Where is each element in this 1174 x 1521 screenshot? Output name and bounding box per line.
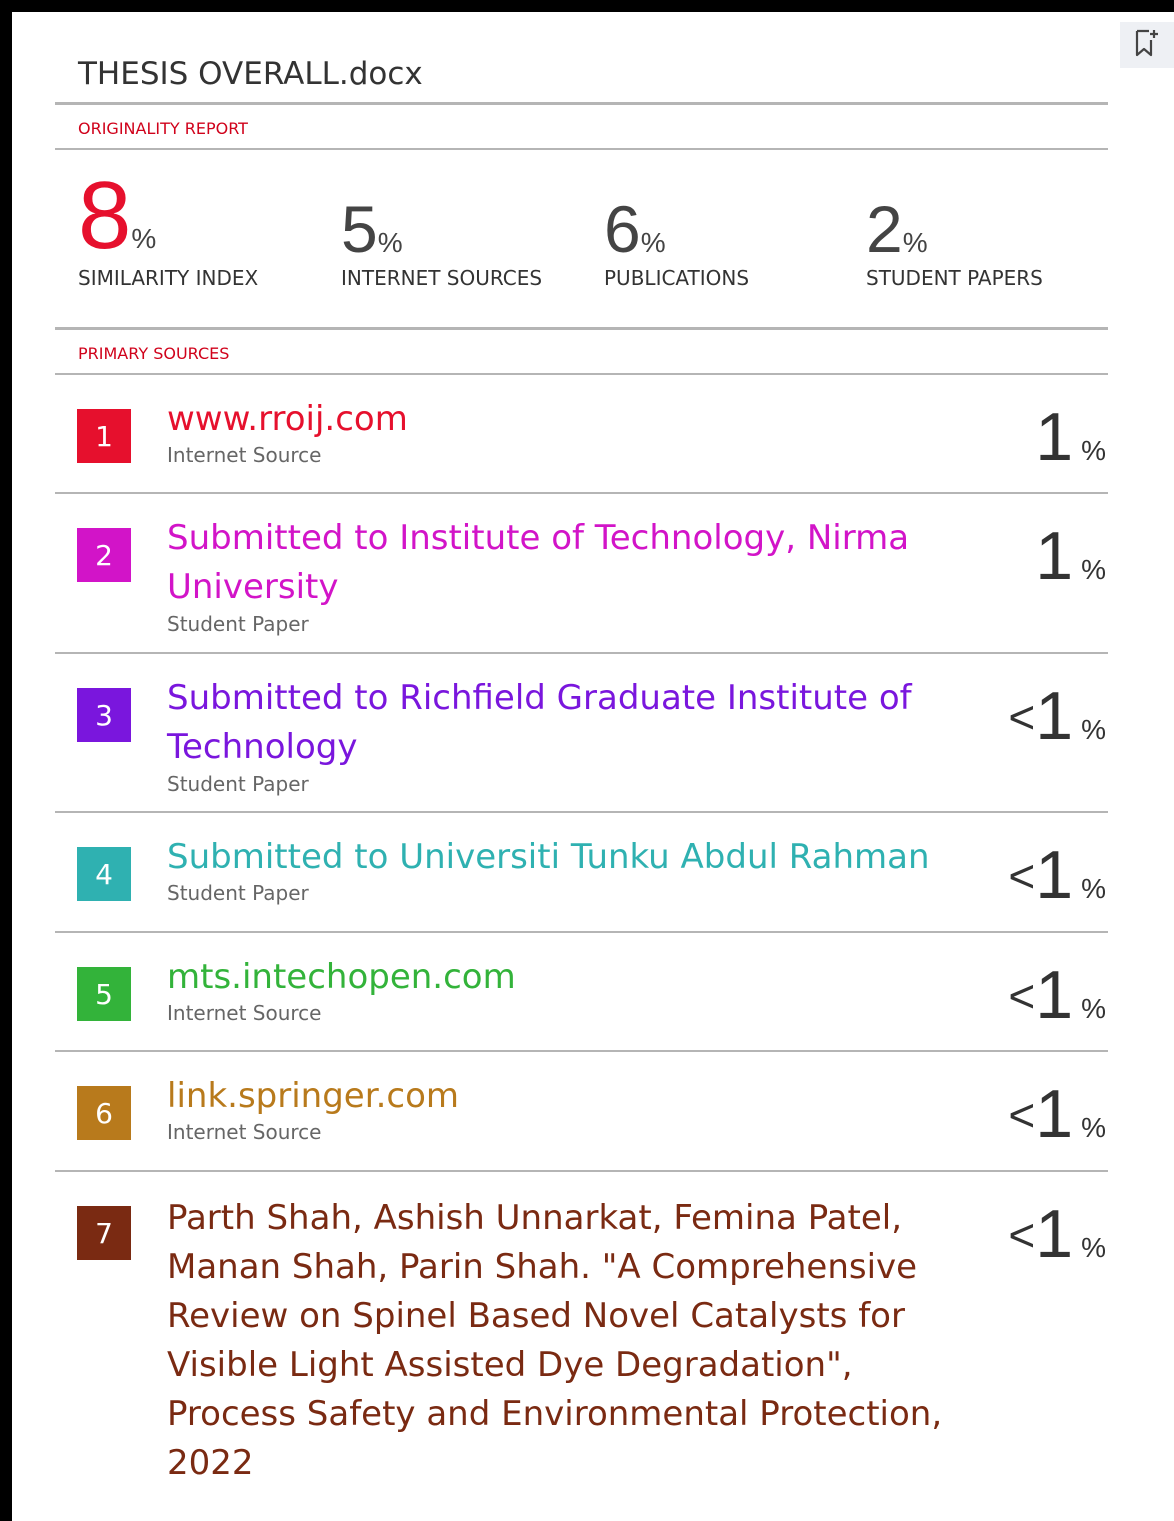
percent-unit: %	[1081, 435, 1106, 466]
source-type: Student Paper	[167, 612, 309, 636]
stat-publications: 6% PUBLICATIONS	[604, 196, 749, 290]
stat-unit: %	[902, 227, 928, 258]
source-title-link[interactable]: Submitted to Universiti Tunku Abdul Rahm…	[167, 833, 997, 882]
percent-value: 1	[1035, 678, 1074, 754]
title-divider	[55, 102, 1108, 105]
source-rank-badge: 6	[77, 1086, 131, 1140]
stat-value: 5	[341, 192, 378, 266]
source-title-link[interactable]: mts.intechopen.com	[167, 953, 967, 1002]
percent-value: 1	[1035, 518, 1074, 594]
percent-prefix: <	[1008, 691, 1036, 743]
source-title-citation: Parth Shah, Ashish Unnarkat, Femina Pate…	[167, 1198, 943, 1483]
source-type: Internet Source	[167, 1001, 322, 1025]
source-percentage: <1%	[1008, 841, 1106, 909]
source-percentage: 1%	[1035, 522, 1106, 590]
stat-unit: %	[640, 227, 666, 258]
percent-prefix: <	[1008, 970, 1036, 1022]
percent-prefix: <	[1008, 1209, 1036, 1261]
percent-value: 1	[1035, 1076, 1074, 1152]
stat-value: 2	[866, 192, 903, 266]
stat-internet-sources: 5% INTERNET SOURCES	[341, 196, 542, 290]
source-type: Student Paper	[167, 881, 309, 905]
source-percentage: <1%	[1008, 1200, 1106, 1268]
source-percentage: <1%	[1008, 1080, 1106, 1148]
stat-similarity-index: 8% SIMILARITY INDEX	[78, 168, 258, 291]
source-type: Student Paper	[167, 772, 309, 796]
percent-unit: %	[1081, 1232, 1106, 1263]
source-title-link[interactable]: link.springer.com	[167, 1072, 967, 1121]
document-title: THESIS OVERALL.docx	[78, 56, 423, 92]
source-rank-badge: 3	[77, 688, 131, 742]
source-rank-badge: 2	[77, 528, 131, 582]
percent-value: 1	[1035, 399, 1074, 475]
percent-value: 1	[1035, 837, 1074, 913]
stat-label: SIMILARITY INDEX	[78, 266, 259, 290]
source-rank-badge: 7	[77, 1206, 131, 1260]
stat-label: STUDENT PAPERS	[866, 266, 1043, 290]
source-type: Internet Source	[167, 443, 322, 467]
source-percentage: 1%	[1035, 403, 1106, 471]
source-rank-badge: 4	[77, 847, 131, 901]
bookmark-add-icon	[1134, 28, 1160, 62]
bookmark-button[interactable]	[1120, 22, 1174, 68]
source-row[interactable]: 3 Submitted to Richfield Graduate Instit…	[55, 654, 1108, 812]
stat-label: PUBLICATIONS	[604, 266, 750, 290]
source-title-link[interactable]: Submitted to Richfield Graduate Institut…	[167, 674, 967, 772]
percent-value: 1	[1035, 1196, 1074, 1272]
percent-unit: %	[1081, 993, 1106, 1024]
source-title-link[interactable]: www.rroij.com	[167, 395, 967, 444]
percent-unit: %	[1081, 873, 1106, 904]
percent-unit: %	[1081, 554, 1106, 585]
stats-divider	[55, 327, 1108, 330]
stat-unit: %	[131, 223, 157, 254]
percent-unit: %	[1081, 1112, 1106, 1143]
originality-report-label: ORIGINALITY REPORT	[78, 119, 248, 138]
stat-value: 6	[604, 192, 641, 266]
source-rank-badge: 1	[77, 409, 131, 463]
percent-unit: %	[1081, 714, 1106, 745]
source-row[interactable]: 7 Parth Shah, Ashish Unnarkat, Femina Pa…	[55, 1172, 1108, 1512]
stat-value: 8	[78, 162, 132, 269]
source-type: Internet Source	[167, 1120, 322, 1144]
frame-left-border	[0, 0, 12, 1521]
stat-label: INTERNET SOURCES	[341, 266, 543, 290]
percent-prefix: <	[1008, 850, 1036, 902]
source-row[interactable]: 1 www.rroij.com Internet Source 1%	[55, 375, 1108, 493]
source-row[interactable]: 5 mts.intechopen.com Internet Source <1%	[55, 933, 1108, 1051]
percent-value: 1	[1035, 957, 1074, 1033]
report-divider	[55, 148, 1108, 150]
source-row[interactable]: 2 Submitted to Institute of Technology, …	[55, 494, 1108, 652]
percent-prefix: <	[1008, 1089, 1036, 1141]
source-row[interactable]: 6 link.springer.com Internet Source <1%	[55, 1052, 1108, 1170]
source-row[interactable]: 4 Submitted to Universiti Tunku Abdul Ra…	[55, 813, 1108, 931]
source-percentage: <1%	[1008, 961, 1106, 1029]
frame-top-border	[0, 0, 1174, 12]
stat-student-papers: 2% STUDENT PAPERS	[866, 196, 1043, 290]
source-title-link[interactable]: Submitted to Institute of Technology, Ni…	[167, 514, 967, 612]
primary-sources-label: PRIMARY SOURCES	[78, 344, 230, 363]
stat-unit: %	[377, 227, 403, 258]
source-rank-badge: 5	[77, 967, 131, 1021]
source-percentage: <1%	[1008, 682, 1106, 750]
